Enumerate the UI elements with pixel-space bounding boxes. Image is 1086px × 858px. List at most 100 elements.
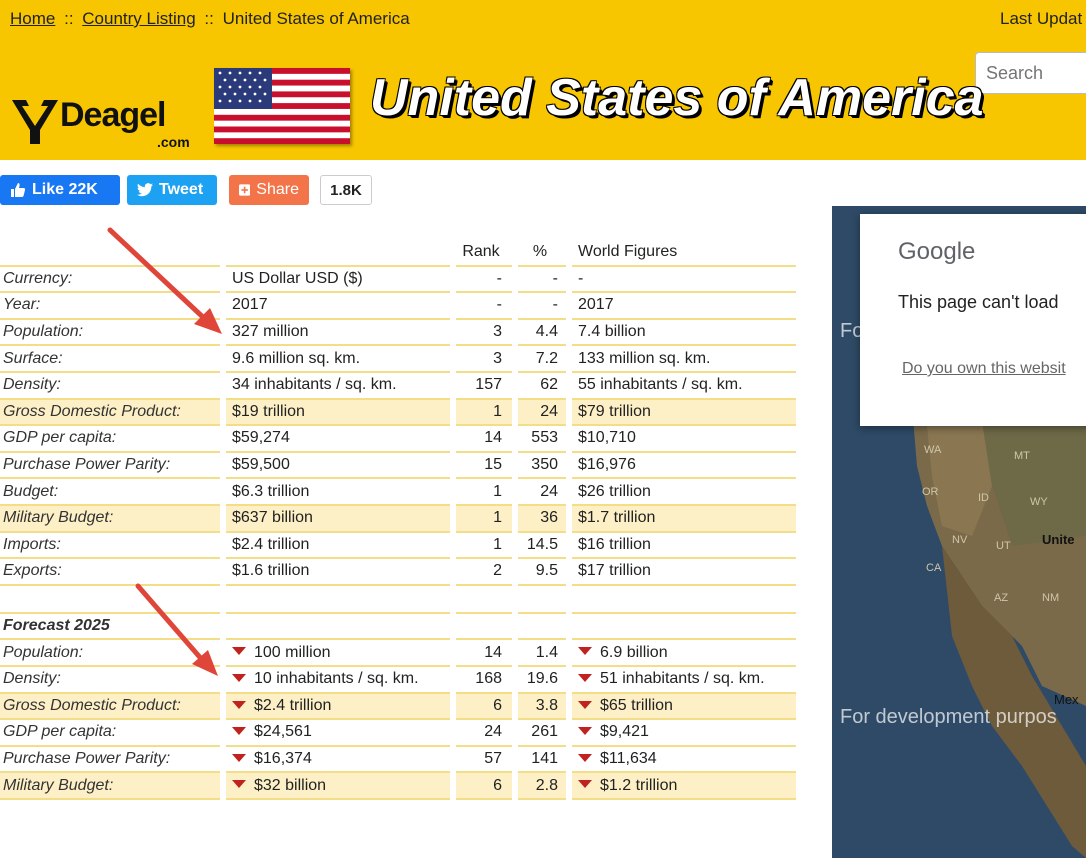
- row-label: Gross Domestic Product:: [0, 693, 220, 721]
- map-watermark: For development purpos: [840, 706, 1057, 728]
- own-website-link[interactable]: Do you own this websit: [902, 360, 1066, 378]
- row-percent: 4.4: [518, 320, 566, 347]
- row-world-figure: 7.4 billion: [572, 320, 796, 347]
- spacer-cell: [572, 614, 796, 641]
- down-arrow-icon: [232, 700, 246, 709]
- header-world-figures: World Figures: [572, 240, 796, 267]
- spacer-cell: [456, 586, 512, 614]
- row-label: Purchase Power Parity:: [0, 747, 220, 774]
- table-header-row: Rank % World Figures: [0, 240, 796, 267]
- row-value: $32 billion: [226, 773, 450, 800]
- spacer-cell: [518, 586, 566, 614]
- tweet-label: Tweet: [159, 181, 204, 198]
- row-percent: 7.2: [518, 346, 566, 373]
- forecast-title: Forecast 2025: [0, 614, 220, 641]
- share-count-badge: 1.8K: [320, 175, 372, 205]
- row-percent: 553: [518, 426, 566, 453]
- logo-text: Deagel: [60, 96, 166, 134]
- row-rank: 1: [456, 533, 512, 560]
- row-value: $6.3 trillion: [226, 479, 450, 506]
- spacer-cell: [572, 586, 796, 614]
- row-value: $24,561: [226, 720, 450, 747]
- row-label: Density:: [0, 667, 220, 694]
- map-label: Unite: [1042, 532, 1075, 547]
- share-label: Share: [256, 181, 299, 198]
- share-button[interactable]: Share: [229, 175, 309, 205]
- down-arrow-icon: [578, 753, 592, 762]
- down-arrow-icon: [578, 780, 592, 789]
- search-input[interactable]: [975, 52, 1086, 94]
- spacer-cell: [226, 614, 450, 641]
- row-world-figure: $9,421: [572, 720, 796, 747]
- row-percent: 350: [518, 453, 566, 480]
- header-rank: Rank: [456, 240, 512, 267]
- row-world-figure: $16,976: [572, 453, 796, 480]
- row-label: Population:: [0, 640, 220, 667]
- row-rank: 14: [456, 640, 512, 667]
- row-value: $2.4 trillion: [226, 533, 450, 560]
- breadcrumb-separator: ::: [204, 9, 214, 28]
- breadcrumb-home-link[interactable]: Home: [10, 9, 55, 28]
- row-value-text: 10 inhabitants / sq. km.: [254, 670, 419, 688]
- row-value: $1.6 trillion: [226, 559, 450, 586]
- row-label: Surface:: [0, 346, 220, 373]
- row-percent: 141: [518, 747, 566, 774]
- down-arrow-icon: [232, 727, 246, 736]
- row-percent: 3.8: [518, 693, 566, 721]
- row-label: GDP per capita:: [0, 720, 220, 747]
- row-value-text: $2.4 trillion: [254, 696, 332, 714]
- logo-suffix: .com: [157, 134, 190, 150]
- down-arrow-icon: [232, 753, 246, 762]
- row-rank: 6: [456, 693, 512, 721]
- table-row: Currency: US Dollar USD ($) - - -: [0, 267, 796, 294]
- row-value: 327 million: [226, 320, 450, 347]
- facebook-like-button[interactable]: Like 22K: [0, 175, 120, 205]
- breadcrumb-country-listing-link[interactable]: Country Listing: [82, 9, 195, 28]
- table-row: Population: 327 million 3 4.4 7.4 billion: [0, 320, 796, 347]
- row-value-text: 100 million: [254, 643, 331, 661]
- row-rank: 3: [456, 320, 512, 347]
- row-label: GDP per capita:: [0, 426, 220, 453]
- map-label: OR: [922, 486, 939, 498]
- row-percent: 2.8: [518, 773, 566, 800]
- table-row: GDP per capita: $24,561 24 261 $9,421: [0, 720, 796, 747]
- row-rank: 3: [456, 346, 512, 373]
- row-world-figure: $1.7 trillion: [572, 505, 796, 533]
- row-world-figure: $1.2 trillion: [572, 773, 796, 800]
- table-row: Exports: $1.6 trillion 2 9.5 $17 trillion: [0, 559, 796, 586]
- row-rank: 15: [456, 453, 512, 480]
- map-label: WA: [924, 444, 942, 456]
- table-row: Imports: $2.4 trillion 1 14.5 $16 trillion: [0, 533, 796, 560]
- row-world-figure-text: $1.2 trillion: [600, 776, 678, 794]
- row-rank: 1: [456, 479, 512, 506]
- row-rank: 24: [456, 720, 512, 747]
- row-value: $59,500: [226, 453, 450, 480]
- down-arrow-icon: [578, 700, 592, 709]
- row-world-figure-text: $65 trillion: [600, 696, 673, 714]
- map-label: CA: [926, 562, 942, 574]
- us-flag-icon: [214, 68, 350, 144]
- breadcrumb-current: United States of America: [222, 9, 410, 28]
- row-percent: 19.6: [518, 667, 566, 694]
- down-arrow-icon: [232, 780, 246, 789]
- tweet-button[interactable]: Tweet: [127, 175, 217, 205]
- spacer-row: [0, 586, 796, 614]
- deagel-logo[interactable]: Deagel .com: [12, 92, 202, 152]
- row-label: Year:: [0, 293, 220, 320]
- row-rank: -: [456, 293, 512, 320]
- row-world-figure-text: 51 inhabitants / sq. km.: [600, 670, 765, 688]
- row-value: $19 trillion: [226, 399, 450, 427]
- row-rank: 157: [456, 373, 512, 400]
- map-label: NM: [1042, 592, 1060, 604]
- row-percent: -: [518, 267, 566, 294]
- row-world-figure: 2017: [572, 293, 796, 320]
- table-row: Year: 2017- -2017: [0, 293, 796, 320]
- last-update-text: Last Updat: [1000, 9, 1083, 28]
- row-rank: 1: [456, 505, 512, 533]
- row-label: Purchase Power Parity:: [0, 453, 220, 480]
- header-value: [226, 240, 450, 267]
- spacer-cell: [456, 614, 512, 641]
- row-world-figure: $79 trillion: [572, 399, 796, 427]
- row-label: Exports:: [0, 559, 220, 586]
- row-rank: 14: [456, 426, 512, 453]
